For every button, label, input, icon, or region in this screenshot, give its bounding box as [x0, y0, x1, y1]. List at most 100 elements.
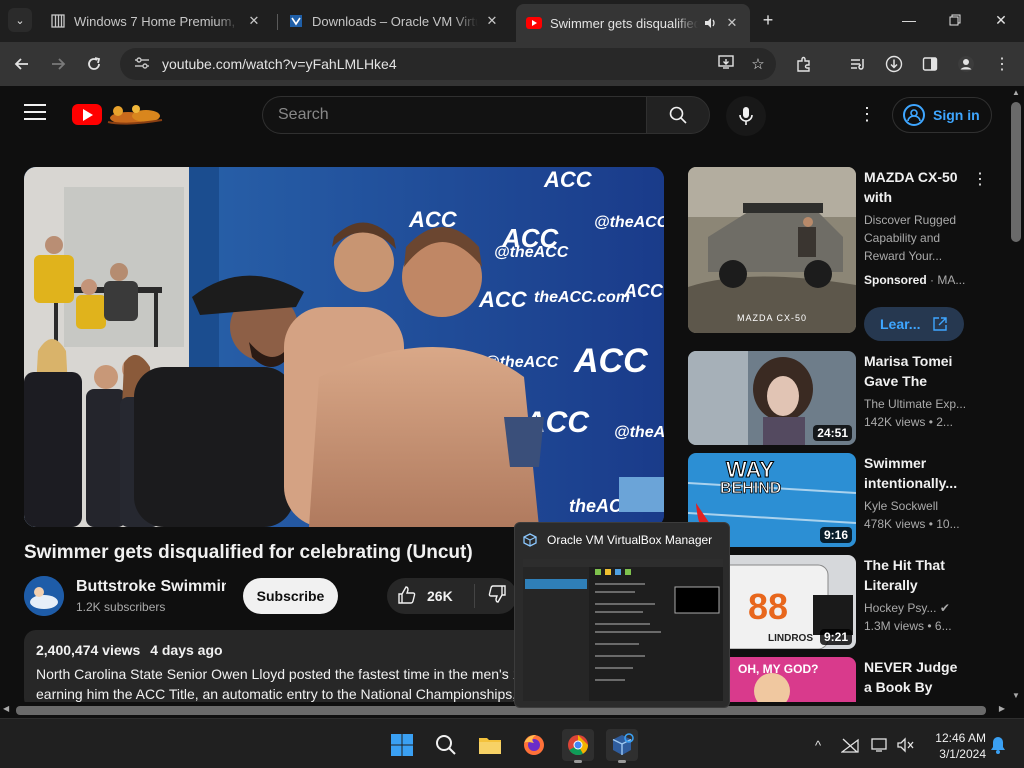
window-close-button[interactable]: ✕ [978, 0, 1024, 40]
tab-youtube-active[interactable]: Swimmer gets disqualified for celebratin… [516, 4, 750, 42]
sponsored-ad[interactable]: MAZDA CX-50 MAZDA CX-50 with Available..… [688, 167, 988, 342]
volume-muted-icon[interactable] [896, 735, 916, 755]
new-tab-button[interactable]: + [758, 10, 778, 30]
svg-text:OH, MY GOD?: OH, MY GOD? [738, 662, 818, 676]
youtube-icon [526, 15, 542, 31]
video-frame: ACC @theACC ACC @theACC ACC ACC theACC.c… [24, 167, 664, 527]
sign-in-button[interactable]: Sign in [892, 97, 992, 133]
downloads-icon[interactable] [882, 52, 906, 76]
recommended-video[interactable]: 88 LINDROS 9:21 The Hit That Literally R… [688, 555, 988, 651]
notification-bell-icon[interactable] [988, 735, 1008, 755]
more-options-icon[interactable]: ⋮ [972, 169, 988, 189]
firefox-button[interactable] [518, 729, 550, 761]
scroll-right-icon[interactable]: ▶ [999, 704, 1005, 713]
svg-text:ACC: ACC [623, 281, 664, 301]
video-thumbnail[interactable]: 24:51 [688, 351, 856, 445]
verified-icon: ✔ [939, 601, 950, 615]
tab-search-button[interactable]: ⌄ [8, 8, 32, 32]
like-dislike-group: 26K [387, 578, 517, 614]
voice-search-button[interactable] [726, 96, 766, 136]
browser-toolbar: youtube.com/watch?v=yFahLMLHke4 ☆ ⋮ [0, 42, 1024, 86]
close-icon[interactable]: ✕ [246, 13, 262, 29]
microphone-icon [739, 107, 753, 125]
preview-thumbnail[interactable] [523, 559, 723, 701]
windows-logo-icon [391, 734, 413, 756]
svg-text:BEHIND: BEHIND [720, 480, 781, 497]
learn-more-button[interactable]: Lear... [864, 307, 964, 341]
video-title: Swimmer intentionally... [864, 455, 958, 491]
display-icon[interactable] [870, 735, 890, 755]
file-explorer-button[interactable] [474, 729, 506, 761]
clock-time: 12:46 AM [935, 731, 986, 745]
address-bar[interactable]: youtube.com/watch?v=yFahLMLHke4 ☆ [120, 48, 776, 80]
speaker-icon[interactable] [702, 15, 718, 31]
profile-icon[interactable] [954, 52, 978, 76]
horizontal-scrollbar[interactable]: ◀ ▶ [0, 702, 1008, 718]
scroll-down-icon[interactable]: ▼ [1012, 691, 1020, 700]
install-app-icon[interactable] [712, 54, 740, 74]
bookmark-star-icon[interactable]: ☆ [744, 55, 772, 73]
side-panel-icon[interactable] [918, 52, 942, 76]
views: 142K views [864, 415, 926, 429]
svg-text:ACC: ACC [501, 223, 560, 253]
search-button[interactable] [646, 96, 710, 134]
scrollbar-thumb[interactable] [1011, 102, 1021, 242]
video-title: Swimmer gets disqualified for celebratin… [24, 542, 473, 563]
recommended-video[interactable]: WAY BEHIND 9:16 Swimmer intentionally...… [688, 453, 988, 549]
forward-arrow-icon[interactable] [46, 52, 70, 76]
restore-button[interactable] [932, 0, 978, 40]
firefox-icon [524, 735, 544, 755]
learn-more-label: Lear... [880, 316, 921, 332]
chrome-button[interactable] [562, 729, 594, 763]
video-title: Marisa Tomei Gave The Cre... [864, 353, 953, 389]
minimize-button[interactable]: — [886, 0, 932, 40]
vertical-scrollbar[interactable]: ▲ ▼ [1008, 86, 1024, 702]
scrollbar-thumb[interactable] [16, 706, 986, 715]
scroll-left-icon[interactable]: ◀ [3, 704, 9, 713]
dislike-button[interactable] [475, 584, 507, 609]
site-info-icon[interactable] [128, 56, 156, 73]
windows-taskbar: ^ 12:46 AM 3/1/2024 [0, 718, 1024, 768]
channel-avatar[interactable] [24, 576, 64, 616]
start-button[interactable] [386, 729, 418, 761]
taskbar-preview-virtualbox[interactable]: Oracle VM VirtualBox Manager [514, 522, 730, 708]
menu-icon[interactable] [24, 104, 46, 122]
doodle-logo[interactable] [106, 102, 164, 126]
search-input[interactable]: Search [262, 96, 646, 134]
duration-badge: 9:21 [819, 629, 852, 645]
network-icon[interactable] [840, 735, 860, 755]
video-player[interactable]: ACC @theACC ACC @theACC ACC ACC theACC.c… [24, 167, 664, 527]
chrome-icon [568, 735, 589, 756]
ad-caption: MAZDA CX-50 [736, 313, 807, 323]
ad-thumbnail[interactable]: MAZDA CX-50 [688, 167, 856, 333]
close-icon[interactable]: ✕ [484, 13, 500, 29]
search-taskbar-button[interactable] [430, 729, 462, 761]
settings-menu-icon[interactable]: ⋮ [858, 104, 876, 124]
youtube-logo[interactable] [72, 104, 102, 125]
media-controls-icon[interactable] [846, 52, 870, 76]
sponsored-label: Sponsored [864, 273, 927, 287]
preview-title: Oracle VM VirtualBox Manager [547, 533, 713, 547]
back-arrow-icon[interactable] [10, 52, 34, 76]
close-icon[interactable]: ✕ [724, 15, 740, 31]
like-button[interactable]: 26K [387, 584, 475, 608]
virtualbox-taskbar-button[interactable] [606, 729, 638, 763]
ad-title: MAZDA CX-50 with Available... [864, 169, 958, 205]
svg-text:theACC.com: theACC.com [534, 289, 630, 306]
tab-virtualbox-downloads[interactable]: Downloads – Oracle VM VirtualBox ✕ [278, 6, 510, 36]
extensions-icon[interactable] [792, 52, 816, 76]
scroll-up-icon[interactable]: ▲ [1012, 88, 1020, 97]
channel-name: Hockey Psy... ✔ [864, 601, 974, 615]
system-clock[interactable]: 12:46 AM 3/1/2024 [922, 730, 986, 762]
recommended-video[interactable]: 24:51 Marisa Tomei Gave The Cre... The U… [688, 351, 988, 447]
age: 10... [936, 517, 960, 531]
search-icon [436, 735, 456, 755]
reload-icon[interactable] [82, 52, 106, 76]
channel-name[interactable]: Buttstroke Swimming [76, 578, 226, 596]
recommended-video[interactable]: OH, MY GOD? NEVER Judge a Book By Its... [688, 657, 988, 702]
subscribe-button[interactable]: Subscribe [243, 578, 338, 614]
tab-windows7[interactable]: Windows 7 Home Premium, Pro ✕ [40, 6, 272, 36]
svg-text:ACC: ACC [543, 167, 593, 192]
chrome-menu-icon[interactable]: ⋮ [990, 52, 1014, 76]
show-hidden-icons-chevron-icon[interactable]: ^ [808, 735, 828, 755]
